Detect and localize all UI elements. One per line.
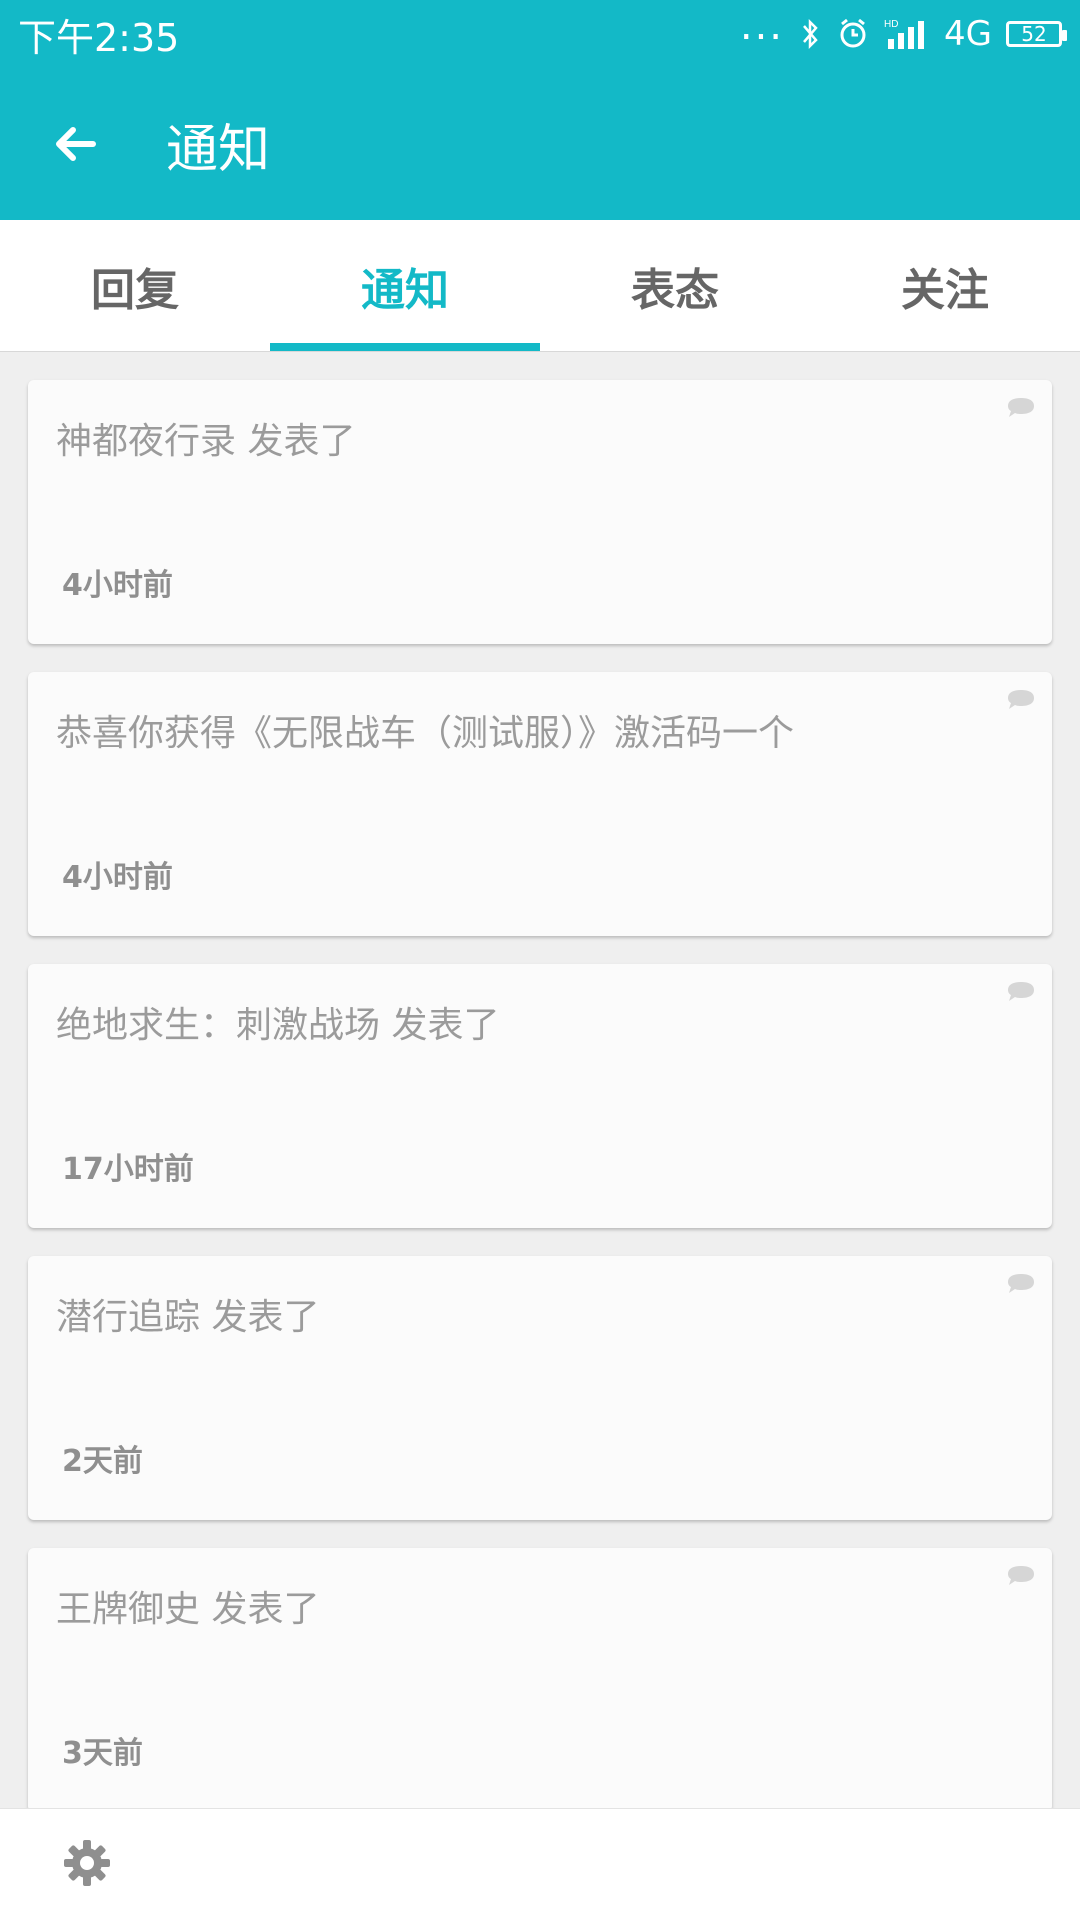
notification-message: 神都夜行录 发表了 xyxy=(56,421,356,462)
battery-icon: 52 xyxy=(1006,21,1067,47)
back-button[interactable] xyxy=(0,68,150,220)
bottom-bar xyxy=(0,1808,1080,1920)
network-type: 4G xyxy=(944,14,992,54)
battery-level: 52 xyxy=(1021,22,1047,46)
notification-message: 绝地求生：刺激战场 发表了 xyxy=(56,1005,500,1046)
settings-button[interactable] xyxy=(62,1838,112,1892)
status-icons: ... HD 4G 52 xyxy=(740,6,1067,54)
notification-card[interactable]: 王牌御史 发表了 3天前 xyxy=(28,1548,1052,1812)
comment-icon xyxy=(1006,396,1036,424)
notification-message: 恭喜你获得《无限战车（测试服）》激活码一个 xyxy=(56,713,795,754)
notification-message: 王牌御史 发表了 xyxy=(56,1589,320,1630)
tab-bar: 回复 通知 表态 关注 xyxy=(0,220,1080,352)
back-arrow-icon xyxy=(56,127,96,161)
comment-icon xyxy=(1006,688,1036,716)
notification-list: 神都夜行录 发表了 4小时前 恭喜你获得《无限战车（测试服）》激活码一个 4小时… xyxy=(28,380,1052,1840)
notification-time: 4小时前 xyxy=(62,860,173,895)
comment-icon xyxy=(1006,980,1036,1008)
notification-card[interactable]: 绝地求生：刺激战场 发表了 17小时前 xyxy=(28,964,1052,1228)
notification-time: 2天前 xyxy=(62,1444,143,1479)
status-time: 下午2:35 xyxy=(18,15,180,60)
alarm-icon xyxy=(836,17,870,51)
comment-icon xyxy=(1006,1564,1036,1592)
notification-card[interactable]: 神都夜行录 发表了 4小时前 xyxy=(28,380,1052,644)
gear-icon xyxy=(64,1839,110,1886)
tab-follow[interactable]: 关注 xyxy=(810,220,1080,351)
more-dots-icon: ... xyxy=(739,3,785,49)
notification-card[interactable]: 恭喜你获得《无限战车（测试服）》激活码一个 4小时前 xyxy=(28,672,1052,936)
page-title: 通知 xyxy=(166,119,271,180)
comment-icon xyxy=(1006,1272,1036,1300)
tab-reply[interactable]: 回复 xyxy=(0,220,270,351)
notification-time: 17小时前 xyxy=(62,1152,194,1187)
svg-text:HD: HD xyxy=(884,19,898,30)
tab-reactions[interactable]: 表态 xyxy=(540,220,810,351)
notification-card[interactable]: 潜行追踪 发表了 2天前 xyxy=(28,1256,1052,1520)
app-bar: 通知 xyxy=(0,68,1080,220)
notification-message: 潜行追踪 发表了 xyxy=(56,1297,320,1338)
notification-time: 4小时前 xyxy=(62,568,173,603)
status-bar: 下午2:35 ... HD 4G 52 xyxy=(0,0,1080,68)
tab-notifications[interactable]: 通知 xyxy=(270,220,540,351)
notification-time: 3天前 xyxy=(62,1736,143,1771)
bluetooth-icon xyxy=(798,16,822,52)
signal-hd-icon: HD xyxy=(884,17,930,51)
